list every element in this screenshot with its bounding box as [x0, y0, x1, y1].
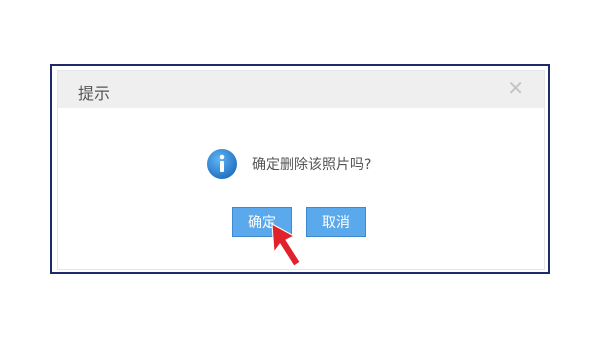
cancel-button[interactable]: 取消 — [306, 207, 366, 237]
dialog-title: 提示 — [78, 84, 111, 103]
red-arrow-icon — [271, 223, 301, 267]
message-text: 确定删除该照片吗? — [252, 157, 372, 173]
close-icon[interactable]: ✕ — [507, 78, 524, 98]
dialog-header: 提示 ✕ — [58, 71, 544, 108]
message-row: 确定删除该照片吗? — [206, 148, 371, 180]
info-icon — [207, 149, 237, 179]
